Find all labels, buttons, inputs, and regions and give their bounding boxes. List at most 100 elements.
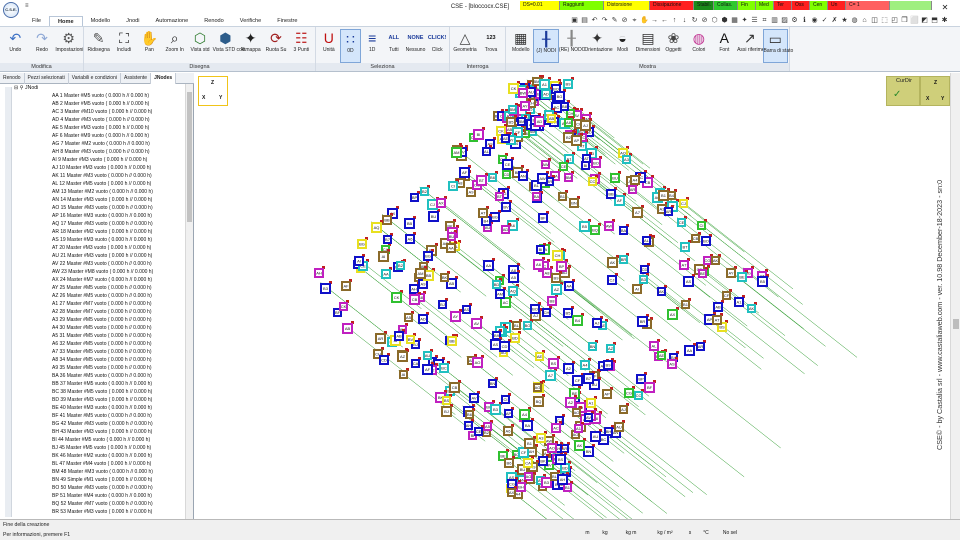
rimappa-button[interactable]: ✦ Rimappa [238,29,263,63]
jnode-marker[interactable]: BA [619,224,629,235]
jnode-marker[interactable]: A5 [404,311,414,322]
tree-root[interactable]: ⊟ ⚲ JNodi [14,84,184,92]
frame-icon[interactable]: ⬚ [880,16,889,25]
tree-item[interactable]: BC 38 Master #M5 vuoto ( 0.000 h // 0.00… [52,388,184,396]
jnode-marker[interactable]: BQ [533,394,545,407]
rotate-icon[interactable]: ↻ [690,16,699,25]
jnode-marker[interactable]: AV [471,316,483,329]
jnode-marker[interactable]: AR [696,340,706,351]
jnode-marker[interactable]: AW [537,171,549,184]
jnode-marker[interactable]: AU [614,420,625,432]
pan-button[interactable]: ✋ Pan [137,29,162,63]
geometria-button[interactable]: △ Geometria [452,29,478,63]
jnode-marker[interactable]: A4 [519,407,531,420]
tree-item[interactable]: BO 50 Master #M3 vuoto ( 0.000 h // 0.00… [52,484,184,492]
sel-0d-button[interactable]: ∷ 0D [339,29,362,63]
member-link[interactable] [609,426,694,493]
tree-item[interactable]: BG 42 Master #M3 vuoto ( 0.000 h // 0.00… [52,420,184,428]
jnode-marker[interactable]: AR [375,331,387,344]
jnode-marker[interactable]: AA [483,258,495,271]
ruota-su-button[interactable]: ⟳ Ruota Su [263,29,288,63]
jnode-marker[interactable]: B6 [488,171,498,182]
jnode-marker[interactable]: BN [569,196,580,208]
jnode-marker[interactable]: AX [667,307,679,320]
jnode-marker[interactable]: A3 [536,431,547,443]
tree-item[interactable]: AD 4 Master #M3 vuoto ( 0.000 h // 0.000… [52,116,184,124]
jnode-marker[interactable]: BG [357,237,368,249]
jnode-marker[interactable]: AJ [592,316,603,328]
tree-item[interactable]: A2 28 Master #M7 vuoto ( 0.000 h // 0.00… [52,308,184,316]
tree-item[interactable]: BE 40 Master #M3 vuoto ( 0.000 h // 0.00… [52,404,184,412]
jnode-marker[interactable]: BT [680,240,691,252]
no-icon[interactable]: ⊘ [700,16,709,25]
tree-item[interactable]: AA 1 Master #M5 vuoto ( 0.000 h // 0.000… [52,92,184,100]
jnode-marker[interactable]: CF [722,289,732,300]
tree-scroll-thumb[interactable] [187,92,192,222]
jnode-marker[interactable]: AW [604,219,615,231]
jnode-marker[interactable]: AS [683,274,695,287]
tree-item[interactable]: AW 23 Master #M8 vuoto ( 0.000 h // 0.00… [52,268,184,276]
check-small-icon[interactable]: ✓ [820,16,829,25]
jnode-marker[interactable]: BB [606,187,617,199]
tree-item[interactable]: AY 25 Master #M5 vuoto ( 0.000 h // 0.00… [52,284,184,292]
tree-item[interactable]: A6 32 Master #M5 vuoto ( 0.000 h // 0.00… [52,340,184,348]
jnode-marker[interactable]: AH [314,266,325,278]
jnode-marker[interactable]: AQ [508,284,519,296]
jnode-marker[interactable]: AK [747,302,757,313]
jnode-marker[interactable]: AJ [619,403,629,414]
sel-nessuno-button[interactable]: NONE Nessuno [405,29,427,63]
jnode-marker[interactable]: B1 [681,298,691,309]
save-icon[interactable]: ▣ [570,16,579,25]
modi-button[interactable]: ◒ Modi [610,29,635,63]
jnode-marker[interactable]: AH [464,419,474,430]
jnode-marker[interactable]: AT [478,206,489,218]
j-nodi-button[interactable]: ╂ (J) NODI [533,29,559,63]
jnode-marker[interactable]: AI [354,254,365,266]
jnode-marker[interactable]: BU [428,209,440,222]
tree-item[interactable]: BQ 52 Master #M7 vuoto ( 0.000 h // 0.00… [52,500,184,508]
jnode-marker[interactable]: AK [574,438,586,451]
trova-button[interactable]: 123 Trova [478,29,504,63]
tree-item[interactable]: AP 16 Master #M3 vuoto ( 0.000 h // 0.00… [52,212,184,220]
jnode-marker[interactable]: AA [381,267,392,279]
jnode-marker[interactable]: AF [459,165,471,178]
sel-1d-button[interactable]: ≡ 1D [361,29,383,63]
tree-item[interactable]: BR 53 Master #M3 vuoto ( 0.000 h // 0.00… [52,508,184,516]
copy-icon[interactable]: ❒ [900,16,909,25]
arrow-left-icon[interactable]: ← [660,16,669,25]
jnode-marker[interactable]: AP [602,387,613,399]
jnode-marker[interactable]: AL [642,234,652,245]
fav-icon[interactable]: ★ [840,16,849,25]
ridisegna-button[interactable]: ✎ Ridisegna [86,29,111,63]
tree-item[interactable]: A8 34 Master #M5 vuoto ( 0.000 h // 0.00… [52,356,184,364]
tree-item[interactable]: AX 24 Master #M7 vuoto ( 0.000 h // 0.00… [52,276,184,284]
star-icon[interactable]: ✦ [740,16,749,25]
member-link[interactable] [580,160,663,225]
jnode-marker[interactable]: AY [520,99,531,111]
tree-item[interactable]: AU 21 Master #M3 vuoto ( 0.000 h // 0.00… [52,252,184,260]
jnode-marker[interactable]: A7 [679,258,690,270]
jnode-marker[interactable]: BN [588,340,598,351]
tree-item[interactable]: A4 30 Master #M5 vuoto ( 0.000 h // 0.00… [52,324,184,332]
jnode-marker[interactable]: BO [701,234,712,246]
panel-tab-renodo[interactable]: Renodo [0,73,25,84]
jnode-marker[interactable]: CI [501,393,511,404]
jnode-marker[interactable]: AA [684,343,696,356]
jnode-marker[interactable]: BM [508,103,518,114]
arrow-up-icon[interactable]: ↑ [670,16,679,25]
tree-item[interactable]: AF 6 Master #M9 vuoto ( 0.000 h // 0.000… [52,132,184,140]
jnode-marker[interactable]: CH [552,248,564,261]
jnode-marker[interactable]: BE [737,270,748,282]
jnode-marker[interactable]: A1 [586,396,597,408]
jnode-marker[interactable]: AA [564,279,575,291]
tree-item[interactable]: BN 49 Simple #M1 vuoto ( 0.000 h // 0.00… [52,476,184,484]
asterisk-icon[interactable]: ✱ [940,16,949,25]
member-link[interactable] [634,390,745,478]
x-small-icon[interactable]: ✗ [830,16,839,25]
jnode-marker[interactable]: B8 [547,294,558,306]
vista-std-button[interactable]: ⬡ Vista std [187,29,212,63]
tree-item[interactable]: AG 7 Master #M2 vuoto ( 0.000 h // 0.000… [52,140,184,148]
vista-std-corr-button[interactable]: ⬢ Vista STD corr. [213,29,247,63]
jnode-marker[interactable]: AZ [551,282,563,295]
tree-item[interactable]: AR 18 Master #M2 vuoto ( 0.000 h // 0.00… [52,228,184,236]
